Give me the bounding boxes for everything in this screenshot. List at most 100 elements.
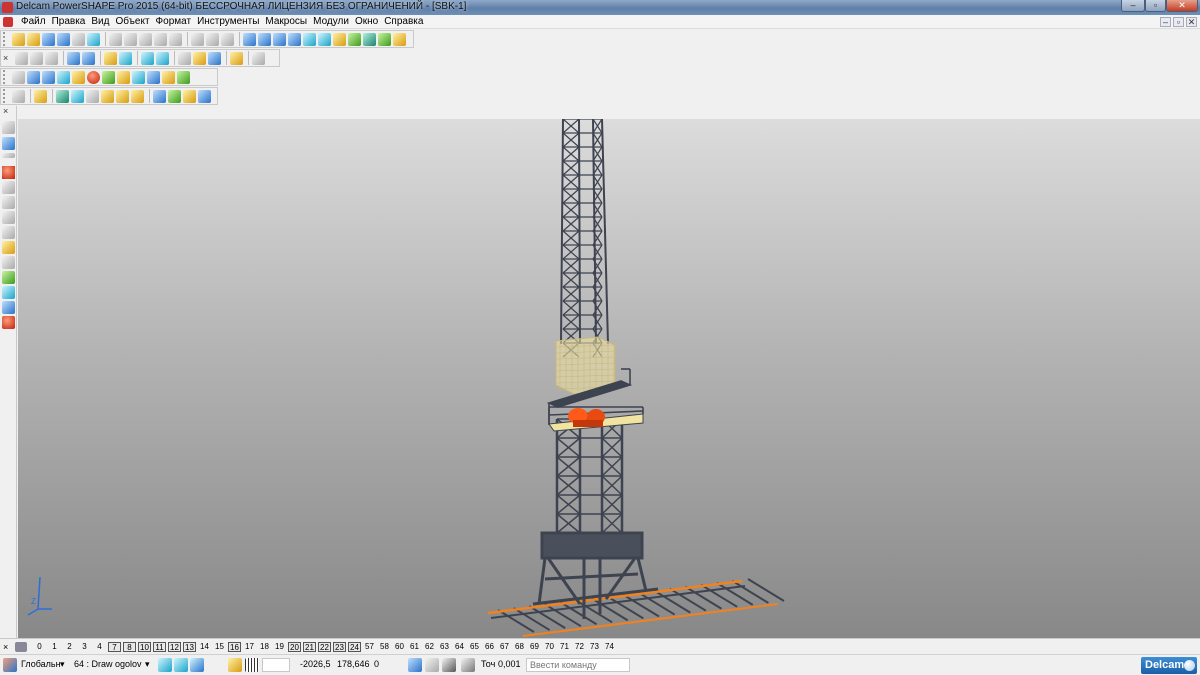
copy-object-icon[interactable] <box>2 271 15 284</box>
level-button[interactable]: 0 <box>33 642 46 652</box>
warning-icon[interactable] <box>2 166 15 179</box>
level-button[interactable]: 8 <box>123 641 136 652</box>
levels-icon[interactable] <box>15 641 27 652</box>
minimize-button[interactable]: – <box>1121 0 1145 12</box>
doc-close-button[interactable]: ✕ <box>1186 17 1197 27</box>
cone-icon[interactable] <box>102 70 115 84</box>
level-button[interactable]: 22 <box>318 641 331 652</box>
left-toolbar-close-button[interactable]: × <box>3 106 12 116</box>
rotate-icon[interactable] <box>2 226 15 239</box>
level-button[interactable]: 11 <box>153 641 166 652</box>
workplane-pin-icon[interactable] <box>461 658 475 672</box>
view-front-icon[interactable] <box>82 51 95 65</box>
level-button[interactable]: 19 <box>273 642 286 652</box>
select-icon[interactable] <box>243 32 256 46</box>
curve-icon[interactable] <box>303 32 316 46</box>
model-icon[interactable] <box>363 32 376 46</box>
chevron-down-icon[interactable]: ▾ <box>60 659 65 670</box>
level-button[interactable]: 24 <box>348 641 361 652</box>
edit-icon[interactable] <box>154 32 167 46</box>
text-icon[interactable] <box>221 32 234 46</box>
level-button[interactable]: 61 <box>408 642 421 652</box>
level-button[interactable]: 73 <box>588 642 601 652</box>
keyboard-icon[interactable] <box>442 658 456 672</box>
export-icon[interactable] <box>87 32 100 46</box>
level-button[interactable]: 2 <box>63 642 76 652</box>
frame-icon[interactable] <box>132 70 145 84</box>
level-button[interactable]: 68 <box>513 642 526 652</box>
level-button[interactable]: 4 <box>93 642 106 652</box>
level-button[interactable]: 7 <box>108 641 121 652</box>
level-button[interactable]: 13 <box>183 641 196 652</box>
level-button[interactable]: 21 <box>303 641 316 652</box>
solid-icon[interactable] <box>333 32 346 46</box>
chevron-down-icon[interactable]: ▾ <box>145 659 150 670</box>
chamfer-icon[interactable] <box>131 89 144 103</box>
pattern-icon[interactable] <box>162 70 175 84</box>
level-button[interactable]: 58 <box>378 642 391 652</box>
menu-item[interactable]: Модули <box>310 16 352 27</box>
level-button[interactable]: 72 <box>573 642 586 652</box>
toolbar-grip[interactable] <box>3 70 10 84</box>
shaded-icon[interactable] <box>193 51 206 65</box>
line-icon[interactable] <box>2 153 15 158</box>
menu-item[interactable]: Правка <box>49 16 89 27</box>
assembly-icon[interactable] <box>378 32 391 46</box>
shaded-wire-icon[interactable] <box>208 51 221 65</box>
object-icon[interactable] <box>12 70 25 84</box>
layers-icon[interactable] <box>42 70 55 84</box>
section-icon[interactable] <box>198 89 211 103</box>
pencil-icon[interactable] <box>2 181 15 194</box>
workplane-icon[interactable] <box>273 32 286 46</box>
light-icon[interactable] <box>230 51 243 65</box>
menu-item[interactable]: Формат <box>153 16 195 27</box>
level-button[interactable]: 20 <box>288 641 301 652</box>
level-button[interactable]: 17 <box>243 642 256 652</box>
measure-icon[interactable] <box>258 32 271 46</box>
level-button[interactable]: 18 <box>258 642 271 652</box>
level-button[interactable]: 63 <box>438 642 451 652</box>
new-icon[interactable] <box>12 32 25 46</box>
command-input[interactable]: Ввести команду <box>526 658 630 672</box>
maximize-button[interactable]: ▫ <box>1145 0 1166 12</box>
level-select[interactable]: 64 : Draw ogolov <box>74 659 142 669</box>
surface-icon[interactable] <box>57 70 70 84</box>
level-button[interactable]: 14 <box>198 642 211 652</box>
view-top-icon[interactable] <box>67 51 80 65</box>
pan-icon[interactable] <box>104 51 117 65</box>
level-button[interactable]: 62 <box>423 642 436 652</box>
wireframe-icon[interactable] <box>178 51 191 65</box>
menu-item[interactable]: Вид <box>88 16 112 27</box>
level-button[interactable]: 64 <box>453 642 466 652</box>
zoom-in-icon[interactable] <box>141 51 154 65</box>
circle-icon[interactable] <box>288 32 301 46</box>
menu-item[interactable]: Инструменты <box>194 16 262 27</box>
mirror-icon[interactable] <box>2 211 15 224</box>
link-icon[interactable] <box>86 89 99 103</box>
menu-item[interactable]: Файл <box>18 16 49 27</box>
document-icon[interactable] <box>27 70 40 84</box>
toolbar-grip[interactable] <box>3 32 10 46</box>
level-button[interactable]: 71 <box>558 642 571 652</box>
shell-icon[interactable] <box>183 89 196 103</box>
toolbar-grip[interactable] <box>3 89 10 103</box>
menu-item[interactable]: Справка <box>381 16 426 27</box>
offset-icon[interactable] <box>2 301 15 314</box>
view-iso3-icon[interactable] <box>45 51 58 65</box>
extrude-icon[interactable] <box>56 89 69 103</box>
feature-icon[interactable] <box>348 32 361 46</box>
fillet-icon[interactable] <box>116 89 129 103</box>
level-button[interactable]: 60 <box>393 642 406 652</box>
doc-restore-button[interactable]: ▫ <box>1173 17 1184 27</box>
workplane-select[interactable]: Глобальн <box>21 659 61 669</box>
paste-icon[interactable] <box>139 32 152 46</box>
workplane-icon[interactable] <box>3 658 17 672</box>
level-button[interactable]: 23 <box>333 641 346 652</box>
tools-icon[interactable] <box>228 658 242 672</box>
level-button[interactable]: 69 <box>528 642 541 652</box>
arrow-icon[interactable] <box>177 70 190 84</box>
save-icon[interactable] <box>57 32 70 46</box>
zoom-icon[interactable] <box>119 51 132 65</box>
cut-icon[interactable] <box>109 32 122 46</box>
toolbar-close-button[interactable]: × <box>3 53 12 63</box>
